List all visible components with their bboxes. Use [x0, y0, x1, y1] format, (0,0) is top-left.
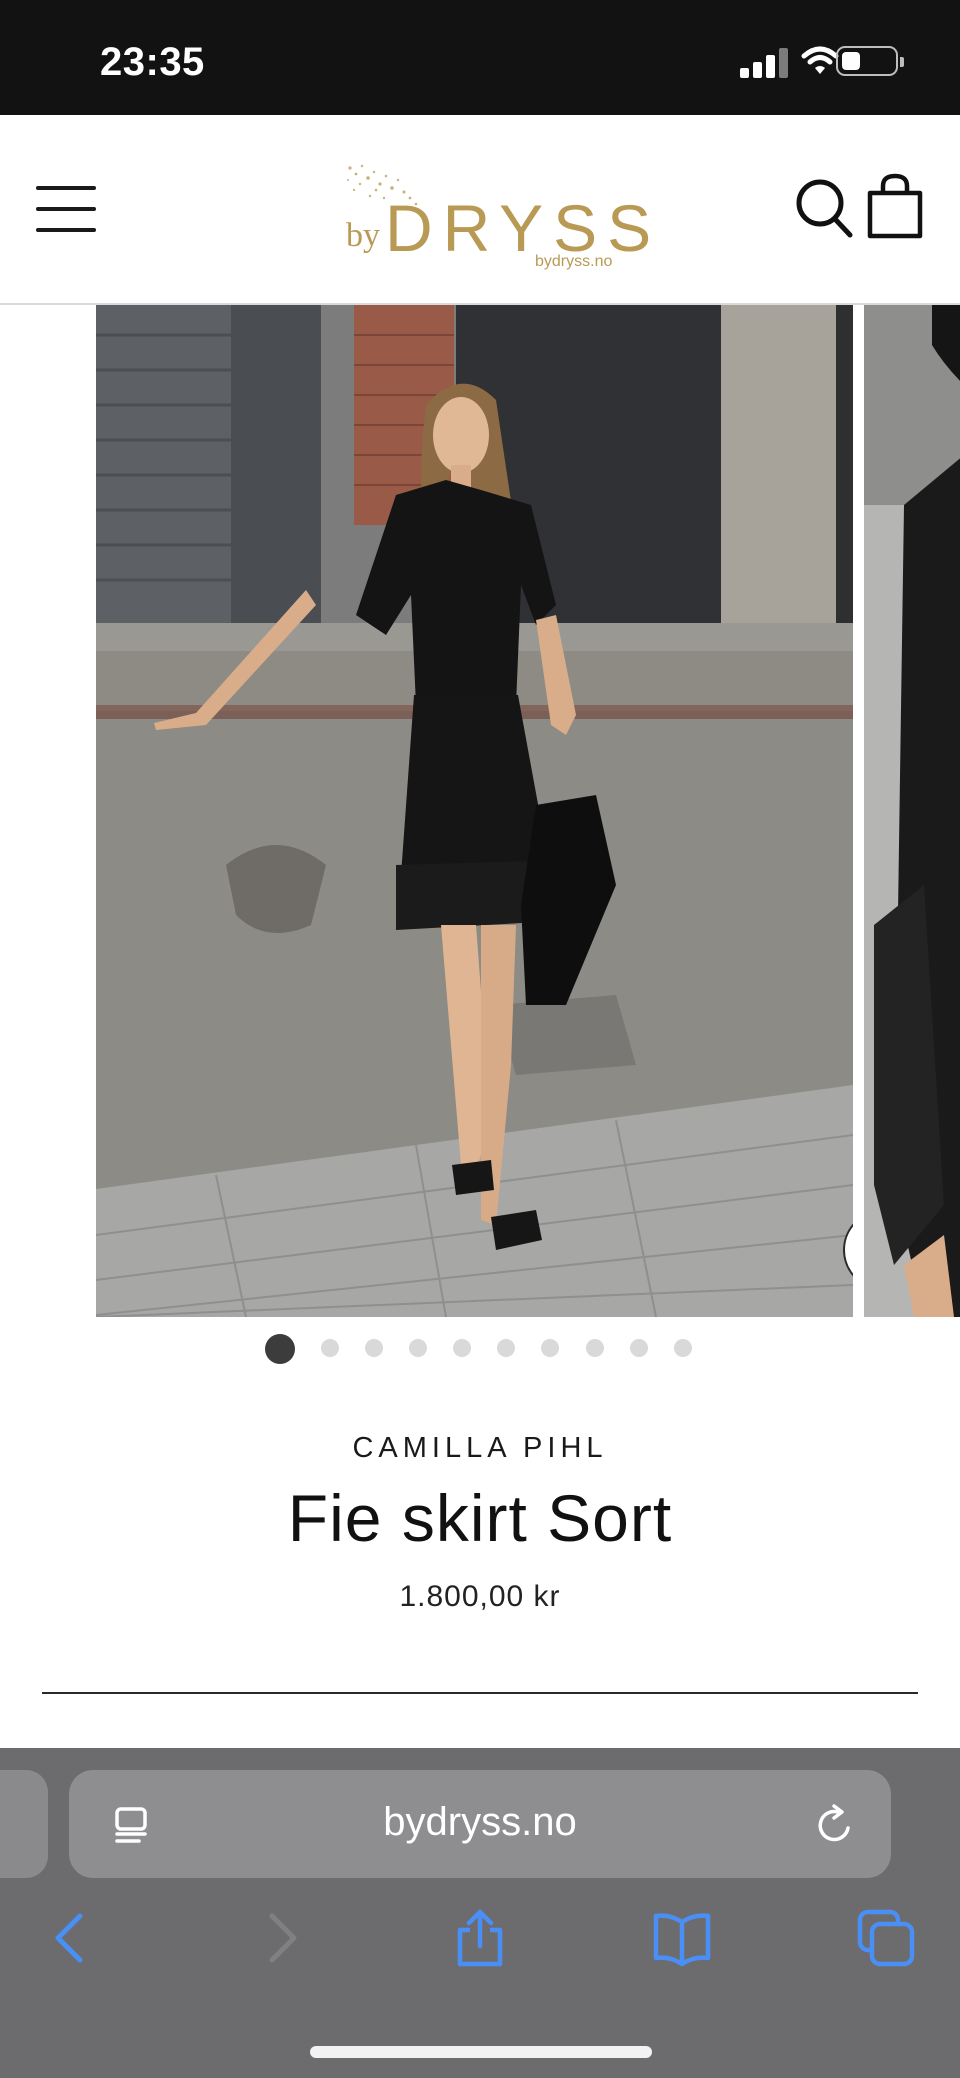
pagination-dot[interactable]: [453, 1339, 471, 1357]
reload-icon[interactable]: [814, 1804, 856, 1846]
logo-by-text: by: [346, 217, 380, 254]
tabs-icon[interactable]: [856, 1908, 916, 1968]
divider: [42, 1692, 918, 1694]
address-bar[interactable]: bydryss.no: [69, 1770, 891, 1878]
status-bar: 23:35: [0, 0, 960, 115]
share-icon[interactable]: [450, 1908, 510, 1968]
site-logo[interactable]: by DRYSS bydryss.no: [340, 160, 651, 270]
pagination-dot[interactable]: [321, 1339, 339, 1357]
logo-subtitle: bydryss.no: [535, 253, 613, 270]
product-photo-image: [96, 305, 853, 1317]
logo-wordmark: DRYSS: [385, 191, 662, 265]
product-price: 1.800,00 kr: [399, 1580, 561, 1613]
previous-tab-peek[interactable]: [0, 1770, 48, 1878]
battery-icon: [836, 46, 904, 76]
product-gallery[interactable]: [0, 305, 960, 1317]
pagination-dot[interactable]: [497, 1339, 515, 1357]
pagination-dot[interactable]: [409, 1339, 427, 1357]
status-icons: [698, 44, 904, 80]
status-time: 23:35: [100, 40, 205, 84]
pagination-dot[interactable]: [365, 1339, 383, 1357]
next-product-photo[interactable]: [864, 305, 960, 1317]
pagination-dot[interactable]: [541, 1339, 559, 1357]
forward-icon[interactable]: [250, 1908, 310, 1968]
product-title: Fie skirt Sort: [287, 1481, 673, 1555]
home-indicator[interactable]: [310, 2046, 652, 2058]
site-header: by DRYSS bydryss.no: [0, 115, 960, 305]
pagination-dot[interactable]: [586, 1339, 604, 1357]
product-brand[interactable]: CAMILLA PIHL: [0, 1432, 960, 1465]
pagination-dot[interactable]: [674, 1339, 692, 1357]
browser-toolbar: bydryss.no: [0, 1748, 960, 2078]
product-photo[interactable]: [96, 305, 853, 1317]
wifi-icon: [801, 46, 839, 74]
gallery-pagination: [0, 1332, 960, 1364]
url-text: bydryss.no: [383, 1800, 577, 1844]
search-icon[interactable]: [794, 177, 854, 239]
shopping-bag-icon[interactable]: [866, 173, 924, 239]
pagination-dot[interactable]: [630, 1339, 648, 1357]
pagination-dot[interactable]: [265, 1334, 295, 1364]
bookmarks-icon[interactable]: [652, 1908, 712, 1968]
back-icon[interactable]: [42, 1908, 102, 1968]
hamburger-menu-icon[interactable]: [36, 186, 96, 232]
next-product-photo-image: [864, 305, 960, 1317]
